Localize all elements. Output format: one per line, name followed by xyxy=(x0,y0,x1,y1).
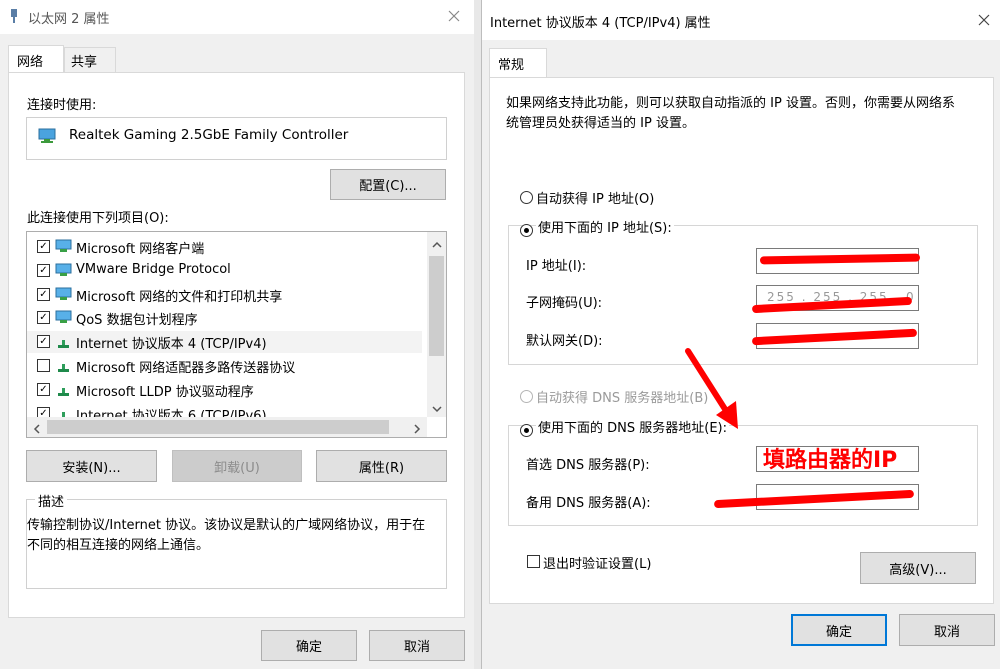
horizontal-scrollbar[interactable] xyxy=(27,417,427,437)
list-item[interactable]: ✓ Microsoft LLDP 协议驱动程序 xyxy=(27,379,422,401)
item-checkbox[interactable]: ✓ xyxy=(37,335,50,349)
protocol-icon xyxy=(55,358,72,372)
scroll-right-icon[interactable] xyxy=(413,423,421,437)
manual-dns-radio[interactable] xyxy=(520,424,533,437)
annotation-text: 填路由器的IP xyxy=(763,448,898,473)
scroll-down-icon[interactable] xyxy=(432,402,442,417)
description-text: 传输控制协议/Internet 协议。该协议是默认的广域网络协议，用于在不同的相… xyxy=(27,518,426,553)
vertical-scroll-thumb[interactable] xyxy=(429,256,444,356)
protocol-icon xyxy=(55,334,72,349)
description-group: 描述 传输控制协议/Internet 协议。该协议是默认的广域网络协议，用于在不… xyxy=(26,491,447,589)
network-component-icon xyxy=(55,287,72,301)
auto-ip-radio[interactable] xyxy=(520,191,533,204)
tab-sharing-label: 共享 xyxy=(71,55,98,70)
manual-ip-group: 使用下面的 IP 地址(S): IP 地址(I): 子网掩码(U): 255 .… xyxy=(508,217,978,365)
list-item[interactable]: ✓ Microsoft 网络客户端 xyxy=(27,236,422,258)
item-checkbox[interactable]: ✓ xyxy=(37,311,50,325)
tab-network-label: 网络 xyxy=(17,55,44,70)
right-close-icon[interactable] xyxy=(977,13,991,27)
right-tab-page: 如果网络支持此功能，则可以获取自动指派的 IP 设置。否则，你需要从网络系统管理… xyxy=(489,77,994,604)
right-title-bar: Internet 协议版本 4 (TCP/IPv4) 属性 xyxy=(482,0,1000,40)
item-checkbox[interactable]: ✓ xyxy=(37,287,50,301)
tab-general-label: 常规 xyxy=(498,58,525,73)
network-component-icon xyxy=(55,239,72,253)
auto-ip-label[interactable]: 自动获得 IP 地址(O) xyxy=(536,188,654,207)
item-label: Microsoft 网络客户端 xyxy=(76,242,205,257)
item-checkbox[interactable]: ✓ xyxy=(37,382,50,396)
manual-dns-group: 使用下面的 DNS 服务器地址(E): 首选 DNS 服务器(P): 备用 DN… xyxy=(508,417,978,526)
list-item[interactable]: Microsoft 网络适配器多路传送器协议 xyxy=(27,355,422,377)
left-cancel-button[interactable]: 取消 xyxy=(369,630,465,661)
annotation-arrow xyxy=(685,348,738,429)
adapter-box: Realtek Gaming 2.5GbE Family Controller xyxy=(26,117,447,160)
manual-ip-label[interactable]: 使用下面的 IP 地址(S): xyxy=(536,217,674,236)
left-title-bar: 以太网 2 属性 xyxy=(0,0,474,34)
properties-button[interactable]: 属性(R) xyxy=(316,450,447,482)
item-checkbox[interactable] xyxy=(37,359,50,372)
network-component-icon xyxy=(55,263,72,277)
adapter-name: Realtek Gaming 2.5GbE Family Controller xyxy=(69,127,349,143)
preferred-dns-label: 首选 DNS 服务器(P): xyxy=(526,458,650,473)
connect-using-label: 连接时使用: xyxy=(27,98,97,113)
right-cancel-button[interactable]: 取消 xyxy=(899,614,995,646)
background-strip xyxy=(474,0,481,669)
scroll-left-icon[interactable] xyxy=(33,423,41,437)
item-label: Internet 协议版本 4 (TCP/IPv4) xyxy=(76,337,267,353)
item-label: Microsoft 网络适配器多路传送器协议 xyxy=(76,361,296,376)
item-label: Microsoft 网络的文件和打印机共享 xyxy=(76,289,283,305)
item-checkbox[interactable]: ✓ xyxy=(37,263,50,277)
validate-label[interactable]: 退出时验证设置(L) xyxy=(543,553,651,572)
network-adapter-icon xyxy=(10,9,18,23)
adapter-icon xyxy=(38,128,56,144)
scroll-up-icon[interactable] xyxy=(432,238,442,253)
left-tab-page: 连接时使用: Realtek Gaming 2.5GbE Family Cont… xyxy=(8,72,465,618)
validate-checkbox[interactable] xyxy=(527,555,540,568)
item-checkbox[interactable]: ✓ xyxy=(37,240,50,253)
advanced-button[interactable]: 高级(V)... xyxy=(860,552,976,584)
list-item[interactable]: ✓ VMware Bridge Protocol xyxy=(27,260,422,282)
configure-button[interactable]: 配置(C)... xyxy=(330,169,446,200)
left-dialog-title: 以太网 2 属性 xyxy=(28,12,110,27)
tab-general[interactable]: 常规 xyxy=(489,48,547,78)
protocol-icon xyxy=(55,382,72,396)
subnet-mask-label: 子网掩码(U): xyxy=(526,296,603,311)
list-item[interactable]: ✓ Internet 协议版本 4 (TCP/IPv4) xyxy=(27,331,422,354)
network-component-icon xyxy=(55,310,72,324)
install-button[interactable]: 安装(N)... xyxy=(26,450,157,482)
close-icon[interactable] xyxy=(446,8,462,24)
auto-dns-radio[interactable] xyxy=(520,390,533,403)
uninstall-button[interactable]: 卸载(U) xyxy=(172,450,302,482)
vertical-scrollbar[interactable] xyxy=(427,232,446,417)
item-label: Microsoft LLDP 协议驱动程序 xyxy=(76,384,254,400)
alternate-dns-label: 备用 DNS 服务器(A): xyxy=(526,496,651,511)
left-ok-button[interactable]: 确定 xyxy=(261,630,357,661)
items-list: ✓ Microsoft 网络客户端 ✓ VMware Bridge Protocol ✓… xyxy=(26,231,447,438)
right-ok-button[interactable]: 确定 xyxy=(791,614,887,646)
list-item[interactable]: ✓ Microsoft 网络的文件和打印机共享 xyxy=(27,284,422,306)
tab-network[interactable]: 网络 xyxy=(8,45,64,73)
right-dialog: Internet 协议版本 4 (TCP/IPv4) 属性 常规 如果网络支持此… xyxy=(481,0,1000,669)
ip-address-label: IP 地址(I): xyxy=(526,259,587,274)
item-label: VMware Bridge Protocol xyxy=(76,261,231,277)
tab-sharing[interactable]: 共享 xyxy=(64,47,116,72)
gateway-label: 默认网关(D): xyxy=(526,334,603,349)
items-label: 此连接使用下列项目(O): xyxy=(27,211,169,226)
horizontal-scroll-thumb[interactable] xyxy=(47,420,389,434)
intro-text: 如果网络支持此功能，则可以获取自动指派的 IP 设置。否则，你需要从网络系统管理… xyxy=(506,96,955,131)
left-dialog: 以太网 2 属性 网络 共享 连接时使用: Realtek Gaming 2.5… xyxy=(0,0,474,669)
right-dialog-title: Internet 协议版本 4 (TCP/IPv4) 属性 xyxy=(490,16,711,31)
list-item[interactable]: ✓ QoS 数据包计划程序 xyxy=(27,307,422,329)
manual-ip-radio[interactable] xyxy=(520,224,533,237)
description-label: 描述 xyxy=(35,491,68,510)
item-label: QoS 数据包计划程序 xyxy=(76,313,198,329)
